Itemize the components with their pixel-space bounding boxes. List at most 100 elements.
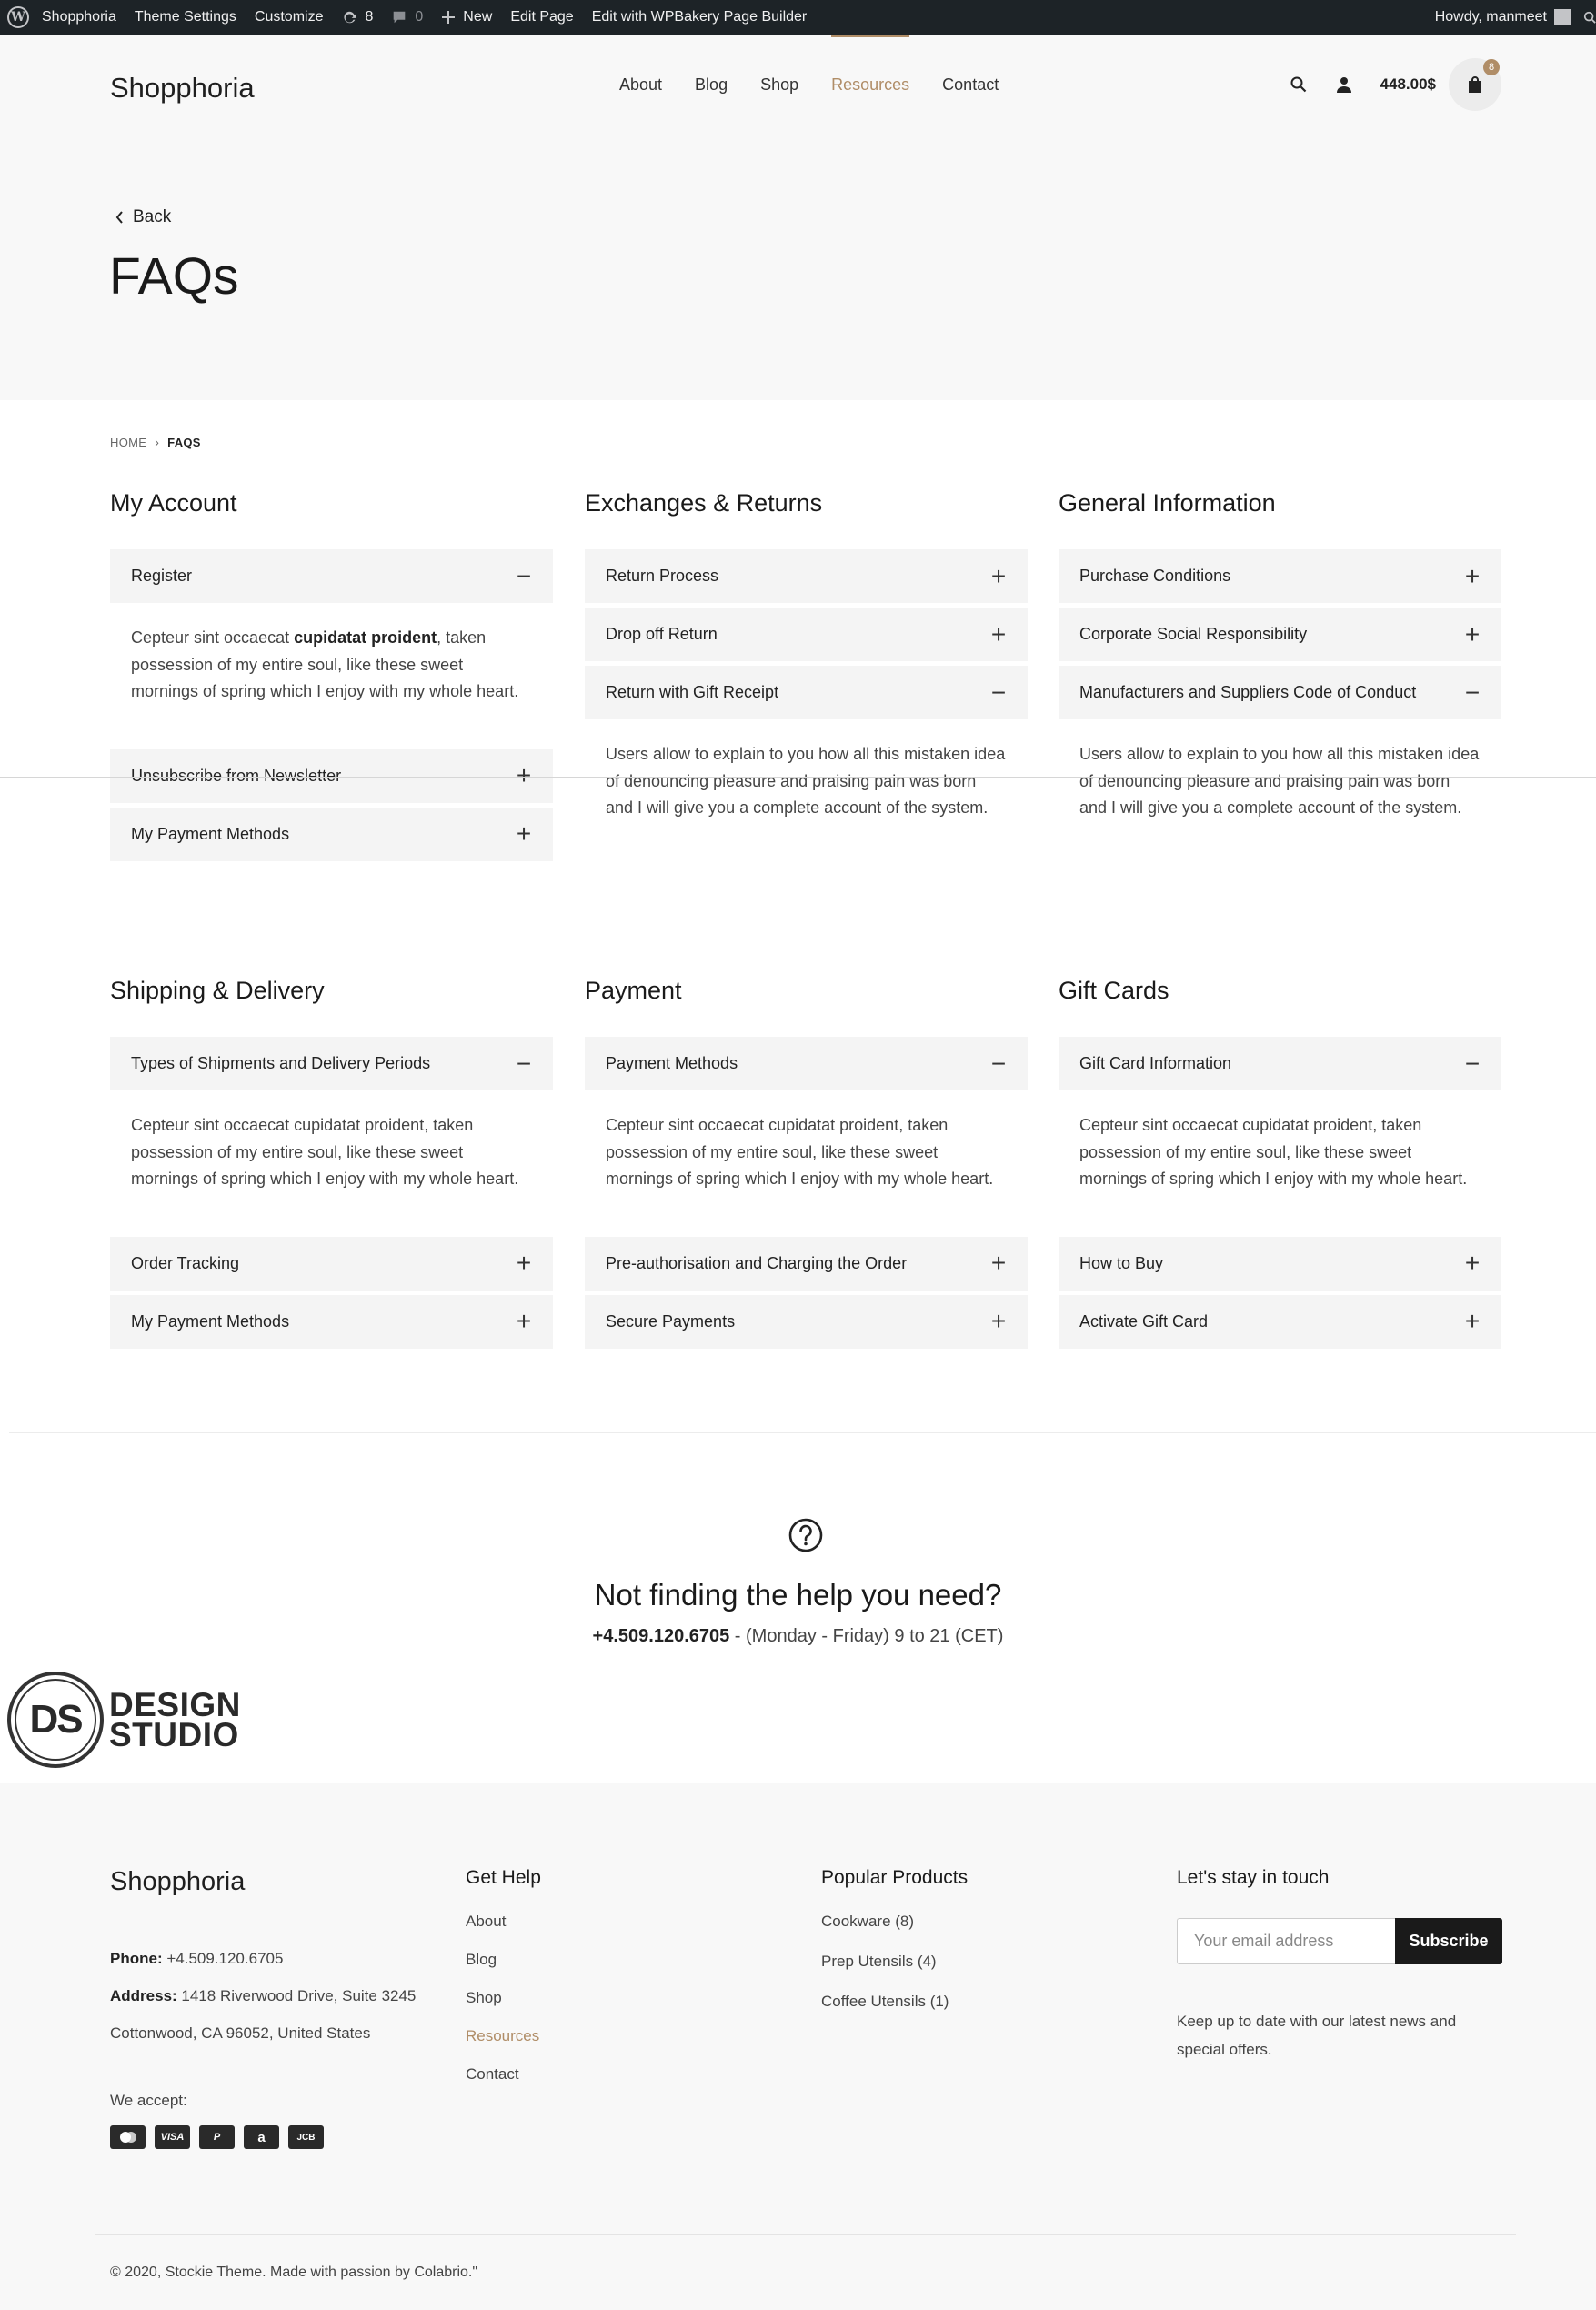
faq-section-general-information: General Information Purchase Conditions +… <box>1059 489 1501 866</box>
minus-icon: − <box>516 561 532 590</box>
admin-comments[interactable]: 0 <box>382 0 432 35</box>
accordion-answer: Cepteur sint occaecat cupidatat proident… <box>131 1116 519 1188</box>
accordion-activate-gift-card[interactable]: Activate Gift Card + <box>1059 1294 1501 1349</box>
footer-get-help: Get Help About Blog Shop Resources Conta… <box>466 1867 541 2104</box>
accordion-code-of-conduct[interactable]: Manufacturers and Suppliers Code of Cond… <box>1059 666 1501 719</box>
breadcrumb-home[interactable]: HOME <box>110 436 146 449</box>
accordion-unsubscribe[interactable]: Unsubscribe from Newsletter + <box>110 748 553 803</box>
accordion-question: My Payment Methods <box>131 824 290 843</box>
nav-about[interactable]: About <box>619 75 662 95</box>
watermark-line: STUDIO <box>109 1716 239 1753</box>
cart-count-badge: 8 <box>1483 59 1500 75</box>
accordion-question: Corporate Social Responsibility <box>1079 625 1308 643</box>
copyright: © 2020, Stockie Theme. Made with passion… <box>110 2265 478 2280</box>
plus-icon: + <box>1464 619 1481 648</box>
main-nav: About Blog Shop Resources Contact <box>619 35 1031 95</box>
cart-total[interactable]: 448.00$ <box>1380 75 1436 94</box>
plus-icon: + <box>990 619 1007 648</box>
help-contact: +4.509.120.6705 - (Monday - Friday) 9 to… <box>0 1626 1596 1647</box>
accordion-my-payment-methods[interactable]: My Payment Methods + <box>110 1294 553 1349</box>
accordion-how-to-buy[interactable]: How to Buy + <box>1059 1236 1501 1291</box>
updates-count: 8 <box>365 9 374 25</box>
subscribe-button[interactable]: Subscribe <box>1395 1918 1502 1964</box>
nav-contact[interactable]: Contact <box>942 75 999 95</box>
site-footer: Shopphoria Phone: +4.509.120.6705 Addres… <box>0 1783 1596 2310</box>
footer-address-line2: Cottonwood, CA 96052, United States <box>110 2024 371 2042</box>
we-accept-label: We accept: <box>110 2092 187 2109</box>
admin-howdy[interactable]: Howdy, manmeet <box>1435 9 1547 25</box>
email-field[interactable]: Your email address <box>1177 1918 1395 1964</box>
accordion-question: Types of Shipments and Delivery Periods <box>131 1054 431 1072</box>
accordion-gift-receipt[interactable]: Return with Gift Receipt − <box>585 666 1028 719</box>
accordion-gift-card-info[interactable]: Gift Card Information − <box>1059 1037 1501 1090</box>
back-link[interactable]: Back <box>115 207 171 227</box>
accordion-answer: Users allow to explain to you how all th… <box>1079 745 1480 817</box>
minus-icon: − <box>1464 678 1481 707</box>
nav-shop[interactable]: Shop <box>760 75 798 95</box>
accordion-purchase-conditions[interactable]: Purchase Conditions + <box>1059 549 1501 603</box>
help-phone[interactable]: +4.509.120.6705 <box>593 1626 730 1646</box>
accordion-question: Unsubscribe from Newsletter <box>131 766 342 785</box>
accordion-answer: Cepteur sint occaecat cupidatat proident… <box>110 608 553 749</box>
footer-address: 1418 Riverwood Drive, Suite 3245 <box>176 1987 417 2004</box>
minus-icon: − <box>990 678 1007 707</box>
admin-edit-page[interactable]: Edit Page <box>501 0 582 35</box>
accordion-question: Drop off Return <box>606 625 718 643</box>
accordion-order-tracking[interactable]: Order Tracking + <box>110 1236 553 1291</box>
plus-icon: + <box>516 761 532 789</box>
plus-icon <box>442 11 456 24</box>
faq-section-title: My Account <box>110 489 237 517</box>
faq-section-title: Payment <box>585 977 682 1004</box>
footer-product-prep-utensils[interactable]: Prep Utensils (4) <box>821 1953 968 1993</box>
accordion-csr[interactable]: Corporate Social Responsibility + <box>1059 608 1501 661</box>
accordion-question: Order Tracking <box>131 1253 240 1272</box>
visa-icon: VISA <box>155 2125 190 2149</box>
divider <box>95 2234 1516 2235</box>
footer-popular-products: Popular Products Cookware (8) Prep Utens… <box>821 1867 968 2033</box>
footer-logo[interactable]: Shopphoria <box>110 1867 245 1897</box>
accordion-payment-methods[interactable]: My Payment Methods + <box>110 807 553 861</box>
wordpress-logo-icon[interactable]: W <box>7 6 29 28</box>
search-icon[interactable] <box>1290 75 1308 94</box>
footer-link-blog[interactable]: Blog <box>466 1951 541 1989</box>
footer-phone-row: Phone: +4.509.120.6705 <box>110 1940 416 1977</box>
admin-updates[interactable]: 8 <box>332 0 382 35</box>
accordion-secure-payments[interactable]: Secure Payments + <box>585 1294 1028 1349</box>
admin-customize[interactable]: Customize <box>246 0 333 35</box>
account-icon[interactable] <box>1335 75 1353 94</box>
footer-product-cookware[interactable]: Cookware (8) <box>821 1913 968 1953</box>
help-hours: - (Monday - Friday) 9 to 21 (CET) <box>729 1626 1004 1646</box>
avatar[interactable] <box>1554 9 1571 25</box>
footer-product-coffee-utensils[interactable]: Coffee Utensils (1) <box>821 1993 968 2033</box>
wp-admin-bar: W Shopphoria Theme Settings Customize 8 … <box>0 0 1596 35</box>
faq-section-shipping-delivery: Shipping & Delivery Types of Shipments a… <box>110 977 553 1353</box>
design-studio-watermark: DS DESIGN STUDIO <box>7 1672 241 1768</box>
admin-new[interactable]: New <box>432 0 501 35</box>
accordion-register[interactable]: Register − <box>110 549 553 603</box>
accordion-payment-methods[interactable]: Payment Methods − <box>585 1037 1028 1090</box>
accordion-question: Activate Gift Card <box>1079 1311 1209 1331</box>
accordion-pre-authorisation[interactable]: Pre-authorisation and Charging the Order… <box>585 1236 1028 1291</box>
footer-link-about[interactable]: About <box>466 1913 541 1951</box>
footer-link-contact[interactable]: Contact <box>466 2065 541 2104</box>
faq-section-payment: Payment Payment Methods − Cepteur sint oc… <box>585 977 1028 1353</box>
admin-edit-wpbakery[interactable]: Edit with WPBakery Page Builder <box>583 0 817 35</box>
accordion-answer: Cepteur sint occaecat cupidatat proident… <box>1079 1116 1468 1188</box>
accordion-question: Return with Gift Receipt <box>606 683 779 701</box>
chevron-right-icon: › <box>155 435 160 449</box>
admin-theme-settings[interactable]: Theme Settings <box>125 0 246 35</box>
nav-resources[interactable]: Resources <box>831 35 910 95</box>
plus-icon: + <box>1464 561 1481 590</box>
accordion-drop-off-return[interactable]: Drop off Return + <box>585 608 1028 661</box>
footer-link-resources[interactable]: Resources <box>466 2027 541 2065</box>
accordion-shipment-types[interactable]: Types of Shipments and Delivery Periods − <box>110 1037 553 1090</box>
accordion-return-process[interactable]: Return Process + <box>585 549 1028 603</box>
nav-blog[interactable]: Blog <box>695 75 728 95</box>
accordion-question: Gift Card Information <box>1079 1054 1232 1072</box>
admin-site-link[interactable]: Shopphoria <box>33 0 125 35</box>
footer-link-shop[interactable]: Shop <box>466 1989 541 2027</box>
cart-button[interactable]: 8 <box>1449 58 1501 111</box>
jcb-icon: JCB <box>288 2125 324 2149</box>
search-icon[interactable] <box>1583 11 1596 24</box>
site-logo[interactable]: Shopphoria <box>110 72 255 105</box>
